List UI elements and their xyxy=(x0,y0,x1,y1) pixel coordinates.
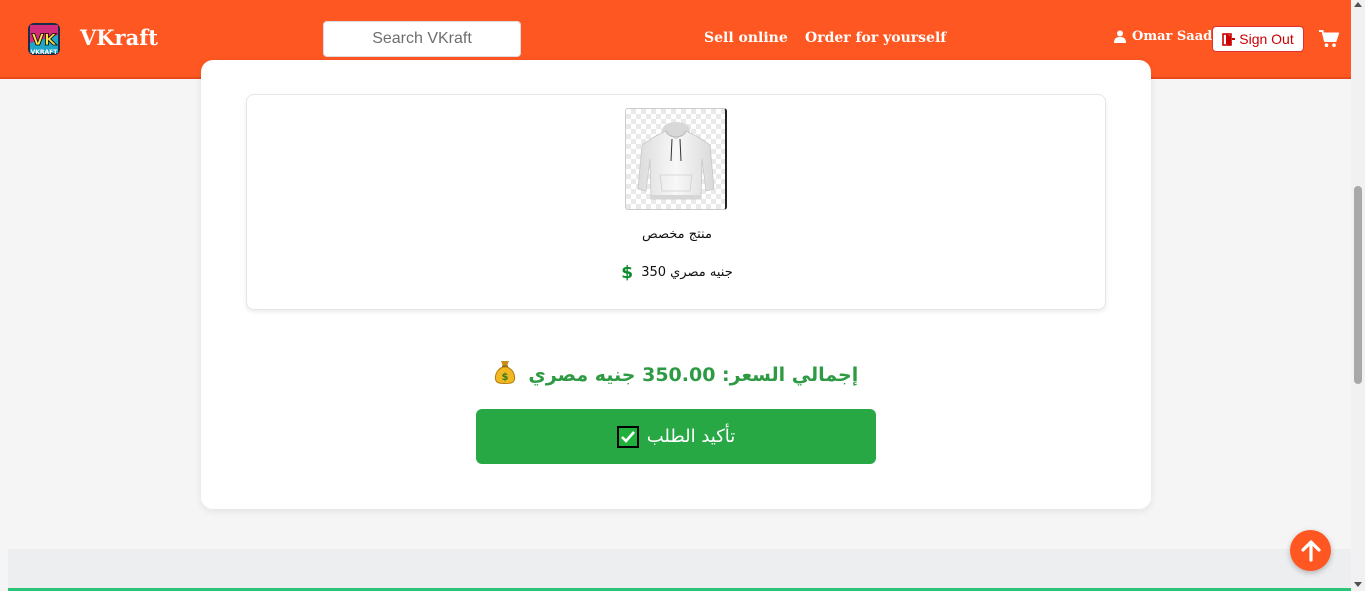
svg-text:VK: VK xyxy=(32,30,57,49)
scroll-up-arrow-icon[interactable] xyxy=(1354,2,1362,7)
nav-sell-online[interactable]: Sell online xyxy=(704,30,788,46)
order-item-card: منتج مخصص جنيه مصري 350 $ xyxy=(246,94,1106,310)
order-total-text: إجمالي السعر: 350.00 جنيه مصري xyxy=(528,364,859,386)
scroll-to-top-button[interactable] xyxy=(1290,530,1331,571)
confirm-order-label: تأكيد الطلب xyxy=(646,426,736,447)
search-input[interactable] xyxy=(323,21,521,57)
vkraft-logo[interactable]: VK VKRAFT xyxy=(26,21,62,57)
nav-order-for-yourself[interactable]: Order for yourself xyxy=(805,30,946,46)
svg-text:$: $ xyxy=(501,372,508,383)
cart-icon[interactable] xyxy=(1319,30,1340,48)
scroll-thumb[interactable] xyxy=(1354,186,1362,384)
arrow-up-icon xyxy=(1300,539,1321,562)
dollar-icon: $ xyxy=(621,263,634,283)
confirm-order-button[interactable]: تأكيد الطلب xyxy=(476,409,876,464)
product-price: جنيه مصري 350 $ xyxy=(247,263,1107,283)
check-box-icon xyxy=(616,425,639,448)
user-icon xyxy=(1114,30,1126,43)
product-price-text: جنيه مصري 350 xyxy=(641,265,733,280)
signout-icon xyxy=(1222,32,1236,46)
sign-out-button[interactable]: Sign Out xyxy=(1212,26,1304,52)
money-bag-icon: $ xyxy=(494,359,516,390)
page-scrollbar[interactable] xyxy=(1351,0,1365,591)
order-total: إجمالي السعر: 350.00 جنيه مصري $ xyxy=(201,359,1151,390)
svg-text:VKRAFT: VKRAFT xyxy=(31,49,59,56)
user-name: Omar Saad xyxy=(1132,29,1213,44)
sign-out-label: Sign Out xyxy=(1239,31,1294,47)
scroll-down-arrow-icon[interactable] xyxy=(1354,582,1362,587)
product-image[interactable] xyxy=(625,108,727,210)
brand-name[interactable]: VKraft xyxy=(80,25,158,50)
page-footer xyxy=(8,549,1351,591)
user-profile[interactable]: Omar Saad xyxy=(1114,29,1212,44)
product-name: منتج مخصص xyxy=(642,227,712,242)
